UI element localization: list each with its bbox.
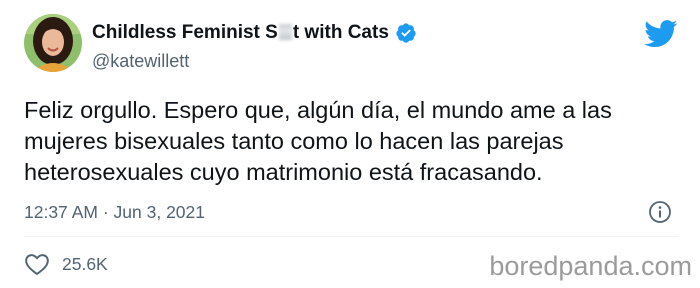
tweet-date: Jun 3, 2021 bbox=[113, 202, 205, 222]
avatar[interactable] bbox=[24, 14, 82, 72]
avatar-image bbox=[24, 14, 82, 72]
display-name-row[interactable]: Childless Feminist S t with Cats bbox=[92, 22, 417, 44]
display-name-part-1: Childless Feminist S bbox=[92, 22, 278, 43]
tweet-time: 12:37 AM bbox=[24, 202, 98, 222]
like-count: 25.6K bbox=[62, 253, 108, 274]
divider bbox=[24, 236, 678, 237]
twitter-bird-icon[interactable] bbox=[644, 20, 678, 48]
verified-badge-icon bbox=[396, 23, 416, 43]
likes-row[interactable]: 25.6K bbox=[24, 252, 108, 276]
tweet-timestamp[interactable]: 12:37 AM · Jun 3, 2021 bbox=[24, 202, 205, 223]
meta-separator: · bbox=[102, 202, 109, 222]
tweet-text-line: heterosexuales cuyo matrimonio está frac… bbox=[24, 159, 543, 185]
tweet-card: Childless Feminist S t with Cats @katewil… bbox=[0, 0, 700, 288]
tweet-text-line: Feliz orgullo. Espero que, algún día, el… bbox=[24, 97, 612, 123]
censor-blur bbox=[278, 24, 292, 40]
watermark: boredpanda.com bbox=[489, 251, 692, 281]
heart-icon[interactable] bbox=[24, 252, 50, 276]
tweet-text: Feliz orgullo. Espero que, algún día, el… bbox=[24, 95, 684, 188]
author-handle[interactable]: @katewillett bbox=[92, 51, 189, 72]
tweet-text-line: mujeres bisexuales tanto como lo hacen l… bbox=[24, 128, 564, 154]
info-icon[interactable] bbox=[648, 200, 672, 224]
display-name-part-2: t with Cats bbox=[292, 22, 389, 43]
display-name[interactable]: Childless Feminist S t with Cats bbox=[92, 22, 389, 44]
